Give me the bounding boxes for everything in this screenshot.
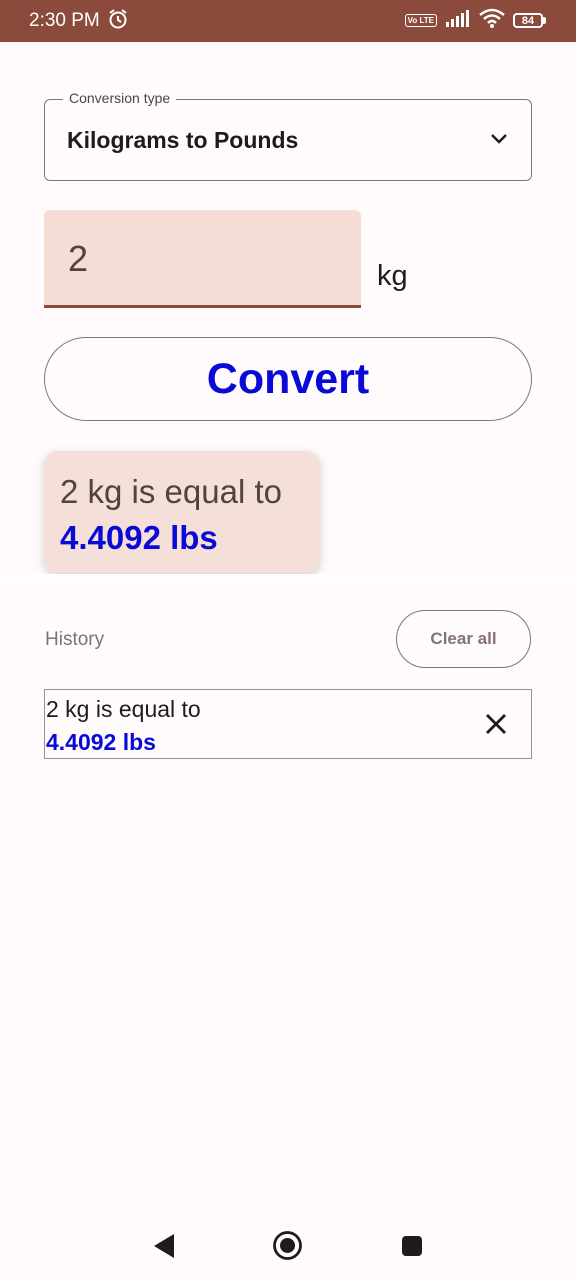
wifi-icon [479, 8, 505, 33]
conversion-type-dropdown[interactable]: Conversion type Kilograms to Pounds [44, 90, 532, 181]
battery-level: 84 [513, 13, 543, 28]
volte-icon: Vo LTE [404, 14, 437, 27]
home-icon[interactable] [272, 1230, 303, 1266]
battery-icon: 84 [513, 13, 546, 28]
conversion-type-label: Conversion type [63, 90, 177, 106]
close-icon[interactable] [483, 711, 509, 742]
navigation-bar [0, 1212, 576, 1280]
history-item-text: 2 kg is equal to [46, 696, 201, 722]
recents-icon[interactable] [401, 1235, 423, 1262]
unit-label: kg [377, 260, 408, 292]
value-input-field[interactable]: 2 [44, 210, 361, 308]
convert-button[interactable]: Convert [44, 337, 532, 421]
section-divider [0, 574, 576, 586]
conversion-type-value: Kilograms to Pounds [67, 127, 299, 153]
history-heading: History [45, 629, 105, 650]
alarm-icon [108, 8, 128, 35]
history-item: 2 kg is equal to 4.4092 lbs [44, 689, 532, 759]
status-icons: Vo LTE 84 [404, 8, 546, 33]
status-bar: 2:30 PM Vo LTE 84 [0, 0, 576, 42]
result-text: 2 kg is equal to [60, 473, 282, 510]
status-time: 2:30 PM [29, 10, 100, 31]
value-input[interactable]: 2 [68, 238, 88, 280]
signal-icon [445, 9, 471, 32]
back-icon[interactable] [152, 1233, 176, 1264]
result-card: 2 kg is equal to 4.4092 lbs [44, 451, 320, 573]
chevron-down-icon[interactable] [489, 128, 509, 153]
result-value: 4.4092 lbs [60, 519, 218, 556]
clear-all-button[interactable]: Clear all [396, 610, 531, 668]
history-item-value: 4.4092 lbs [46, 729, 156, 755]
